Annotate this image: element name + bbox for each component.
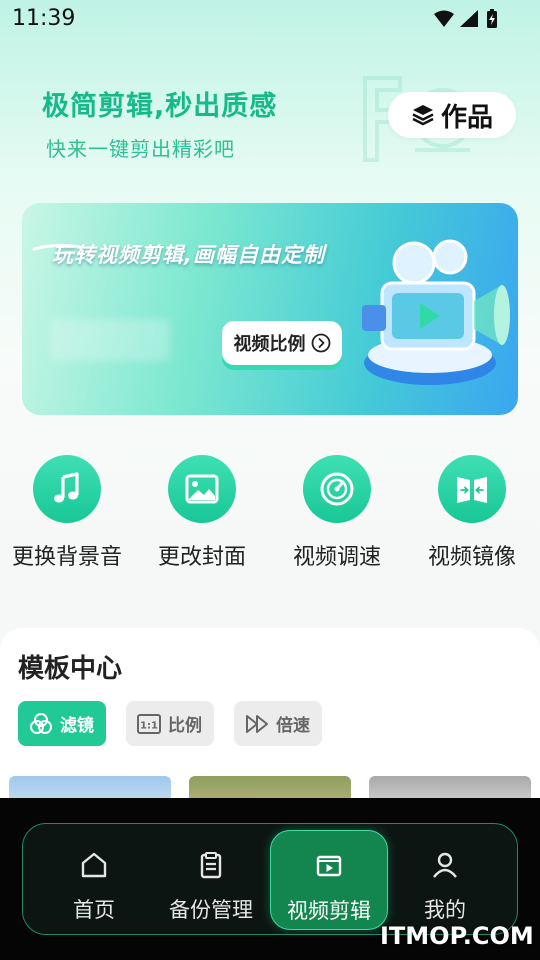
wifi-icon: [434, 10, 454, 27]
video-ratio-button[interactable]: 视频比例: [222, 321, 342, 365]
nav-label: 我的: [424, 898, 466, 922]
chevron-right-circle-icon: [311, 333, 330, 353]
speedometer-icon: [320, 472, 354, 506]
chip-label: 倍速: [276, 716, 310, 736]
works-button-label: 作品: [440, 102, 493, 133]
tool-change-bgm[interactable]: 更换背景音: [0, 455, 134, 571]
subline: 快来一键剪出精彩吧: [46, 137, 235, 161]
image-icon: [185, 474, 219, 504]
ratio-icon: 1:1: [137, 713, 161, 734]
tool-change-cover[interactable]: 更改封面: [135, 455, 269, 571]
tool-video-speed[interactable]: 视频调速: [270, 455, 404, 571]
nav-label: 首页: [73, 898, 115, 922]
tool-icon-circle: [438, 455, 506, 523]
nav-label: 视频剪辑: [287, 899, 371, 923]
tool-icon-circle: [303, 455, 371, 523]
video-ratio-button-label: 视频比例: [233, 334, 306, 355]
chip-filter[interactable]: 滤镜: [18, 701, 106, 746]
watermark-text: ITMOP.COM: [380, 922, 534, 950]
mirror-icon: [457, 477, 487, 503]
music-note-icon: [54, 472, 79, 503]
filter-icon: [30, 712, 52, 734]
video-camera-illustration: [362, 239, 510, 385]
battery-icon: [487, 9, 497, 28]
status-bar: 11:39: [0, 0, 540, 40]
clipboard-icon: [200, 852, 222, 879]
tool-label: 更换背景音: [11, 545, 122, 570]
tool-label: 视频镜像: [427, 545, 516, 570]
signal-icon: [460, 10, 478, 27]
layers-icon: [412, 105, 434, 126]
template-center-title: 模板中心: [18, 654, 123, 684]
home-icon: [81, 852, 107, 878]
user-icon: [433, 852, 457, 878]
status-time: 11:39: [12, 6, 76, 31]
feature-banner[interactable]: 玩转视频剪辑,画幅自由定制 视频比例: [22, 203, 518, 415]
chip-speed[interactable]: 倍速: [234, 701, 322, 746]
svg-text:1:1: 1:1: [140, 720, 158, 731]
tool-icon-circle: [33, 455, 101, 523]
nav-video-edit[interactable]: 视频剪辑: [270, 830, 388, 930]
status-icons: [434, 9, 497, 28]
nav-mine[interactable]: 我的: [386, 830, 504, 930]
nav-label: 备份管理: [169, 898, 253, 922]
works-button[interactable]: 作品: [388, 92, 516, 138]
nav-backup[interactable]: 备份管理: [152, 830, 270, 930]
chip-label: 比例: [168, 716, 202, 736]
headline: 极简剪辑,秒出质感: [42, 91, 278, 122]
video-edit-icon: [316, 855, 342, 877]
tool-label: 视频调速: [292, 545, 381, 570]
chip-ratio[interactable]: 1:1 比例: [126, 701, 214, 746]
fast-forward-icon: [246, 714, 268, 733]
tool-icon-circle: [168, 455, 236, 523]
tool-video-mirror[interactable]: 视频镜像: [405, 455, 539, 571]
banner-blur-shape: [50, 319, 170, 361]
chip-label: 滤镜: [60, 716, 94, 736]
tool-label: 更改封面: [157, 545, 246, 570]
banner-title: 玩转视频剪辑,画幅自由定制: [52, 243, 325, 267]
nav-home[interactable]: 首页: [35, 830, 153, 930]
